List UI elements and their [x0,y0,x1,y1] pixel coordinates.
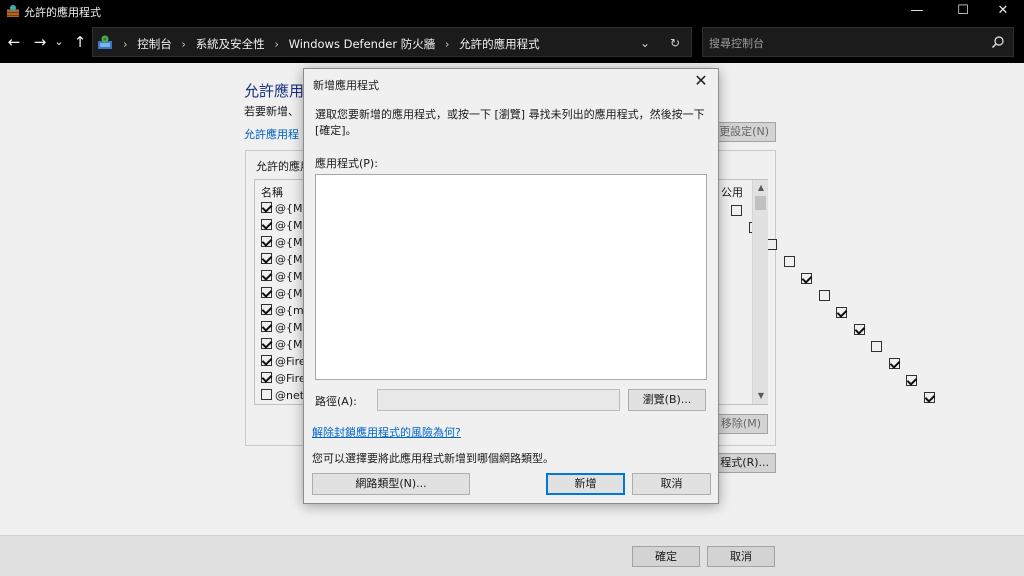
add-app-dialog: 新增應用程式 ✕ 選取您要新增的應用程式，或按一下 [瀏覽] 尋找未列出的應用程… [303,68,719,504]
dialog-cancel-button[interactable]: 取消 [632,473,711,495]
recent-locations-chevron-icon[interactable]: ⌄ [52,32,66,52]
firewall-app-icon [7,4,19,17]
close-window-button[interactable]: ✕ [980,0,1024,22]
apps-listbox[interactable] [315,174,707,380]
breadcrumb-separator: › [181,37,187,51]
breadcrumb-separator: › [123,37,128,51]
network-types-button[interactable]: 網路類型(N)... [312,473,470,495]
breadcrumb-separator: › [274,37,279,51]
breadcrumb-separator: › [444,37,450,51]
address-box[interactable]: › 控制台 › 系統及安全性 › Windows Defender 防火牆 › … [92,27,692,57]
search-box [702,27,1014,57]
unblock-risk-link[interactable]: 解除封鎖應用程式的風險為何? [312,424,461,440]
breadcrumb-allowed-apps[interactable]: 允許的應用程式 [459,37,540,51]
back-arrow-icon[interactable]: ← [4,32,24,52]
close-icon[interactable]: ✕ [692,72,710,90]
path-label: 路徑(A): [315,395,357,408]
browse-button[interactable]: 瀏覽(B)... [628,389,706,411]
breadcrumb: › 控制台 › 系統及安全性 › Windows Defender 防火牆 › … [117,36,540,52]
control-panel-icon [98,35,112,49]
title-bar: 允許的應用程式 — ☐ ✕ [0,0,1024,22]
path-field [377,389,620,411]
dialog-description: 選取您要新增的應用程式，或按一下 [瀏覽] 尋找未列出的應用程式，然後按一下 [… [315,108,705,137]
breadcrumb-system-security[interactable]: 系統及安全性 [196,37,265,51]
refresh-icon[interactable]: ↻ [665,33,685,53]
window-title: 允許的應用程式 [24,6,101,19]
breadcrumb-control-panel[interactable]: 控制台 [137,37,172,51]
up-arrow-icon[interactable]: ↑ [70,32,90,52]
address-bar-area: ← → ⌄ ↑ › 控制台 › 系統及安全性 › Windows Defende… [0,22,1024,63]
apps-label: 應用程式(P): [315,157,378,170]
network-type-hint: 您可以選擇要將此應用程式新增到哪個網路類型。 [312,452,554,465]
forward-arrow-icon[interactable]: → [30,32,50,52]
path-input[interactable] [381,392,615,408]
minimize-button[interactable]: — [894,0,940,22]
search-input[interactable] [709,34,979,52]
dialog-title: 新增應用程式 [313,79,379,92]
search-icon[interactable] [991,35,1005,49]
address-dropdown-chevron-icon[interactable]: ⌄ [635,33,655,53]
breadcrumb-defender-firewall[interactable]: Windows Defender 防火牆 [289,37,436,51]
add-button[interactable]: 新增 [546,473,625,495]
